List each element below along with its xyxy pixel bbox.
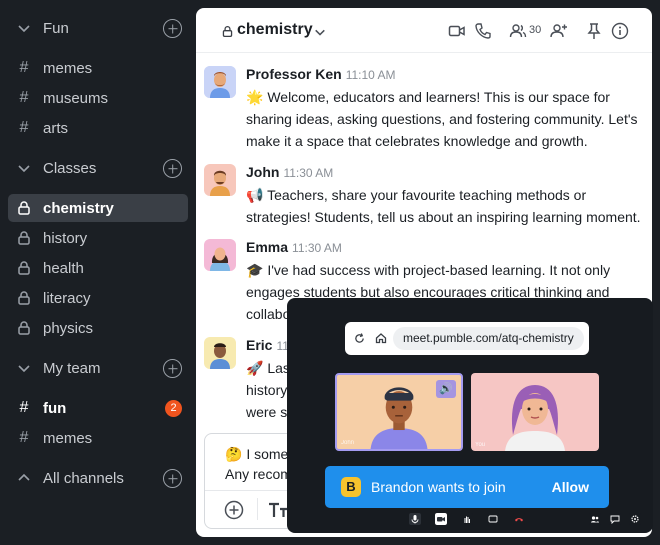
section-label: All channels [43, 470, 124, 487]
lock-icon [18, 201, 30, 215]
sidebar-item-label: museums [43, 90, 109, 107]
settings-icon[interactable] [629, 513, 641, 525]
sidebar-item-label: literacy [43, 290, 91, 307]
hash-icon: # [19, 59, 29, 76]
add-channel-icon[interactable] [163, 469, 182, 488]
message-author[interactable]: Emma 11:30 AM [246, 239, 342, 255]
message-author[interactable]: Eric 11 [246, 337, 289, 353]
composer-line: 🤔 I some [225, 446, 289, 462]
add-channel-icon[interactable] [163, 159, 182, 178]
sidebar-item-chemistry[interactable]: chemistry [8, 194, 188, 222]
participant-tile[interactable]: You [471, 373, 599, 451]
hash-icon: # [19, 89, 29, 106]
sidebar-item-label: physics [43, 320, 94, 337]
url-field[interactable]: meet.pumble.com/atq-chemistry [393, 327, 584, 350]
section-header-classes[interactable]: Classes [0, 153, 196, 183]
chevron-down-icon[interactable] [314, 26, 326, 38]
chevron-down-icon [18, 25, 30, 33]
sidebar-item-label: chemistry [43, 200, 114, 217]
participant-name: You [475, 442, 486, 448]
microphone-icon[interactable] [409, 513, 421, 525]
add-member-icon[interactable] [549, 22, 567, 40]
home-icon[interactable] [375, 332, 387, 344]
sidebar-item-literacy[interactable]: literacy [8, 284, 188, 312]
members-icon[interactable] [509, 22, 527, 40]
sidebar-item-physics[interactable]: physics [8, 314, 188, 342]
join-request-banner: B Brandon wants to join Allow [325, 466, 609, 508]
message-time: 11:30 AM [283, 166, 334, 180]
section-label: Fun [43, 20, 69, 37]
lock-icon [18, 321, 30, 335]
channel-title[interactable]: chemistry [237, 21, 313, 39]
video-call-window[interactable]: meet.pumble.com/atq-chemistry 🔊 John You… [287, 298, 653, 533]
sidebar-item-label: arts [43, 120, 69, 137]
chat-icon[interactable] [609, 513, 621, 525]
hash-icon: # [19, 429, 29, 446]
avatar: B [341, 477, 361, 497]
screen-share-icon[interactable] [487, 513, 499, 525]
message-body: 📢 Teachers, share your favourite teachin… [246, 187, 641, 225]
lock-icon [18, 231, 30, 245]
add-channel-icon[interactable] [163, 19, 182, 38]
message-author[interactable]: Professor Ken 11:10 AM [246, 66, 396, 82]
add-channel-icon[interactable] [163, 359, 182, 378]
composer-text[interactable]: 🤔 I some Any recom [225, 444, 292, 484]
sidebar-item-memes[interactable]: # memes [8, 54, 188, 82]
sidebar-item-arts[interactable]: # arts [8, 114, 188, 142]
join-request-text: Brandon wants to join [371, 479, 506, 495]
avatar[interactable] [204, 337, 236, 369]
info-icon[interactable] [611, 22, 629, 40]
hash-icon: # [19, 399, 29, 416]
phone-icon[interactable] [474, 22, 492, 40]
participant-tile[interactable]: 🔊 John [335, 373, 463, 451]
channel-header: chemistry 30 [196, 8, 652, 53]
unread-badge: 2 [165, 400, 182, 417]
sidebar-item-label: memes [43, 430, 93, 447]
avatar[interactable] [204, 66, 236, 98]
sidebar-item-fun[interactable]: # fun 2 [8, 394, 188, 422]
video-call-icon[interactable] [448, 22, 466, 40]
sidebar-item-label: fun [43, 400, 67, 417]
sidebar-item-label: health [43, 260, 84, 277]
add-attachment-icon[interactable] [224, 500, 244, 520]
lock-icon [18, 261, 30, 275]
camera-icon[interactable] [435, 513, 447, 525]
composer-line: Any recom [225, 466, 292, 482]
sidebar-item-label: memes [43, 60, 93, 77]
sidebar-item-label: history [43, 230, 88, 247]
end-call-icon[interactable] [513, 513, 525, 525]
avatar[interactable] [204, 239, 236, 271]
chevron-down-icon [18, 165, 30, 173]
participant-name: John [341, 440, 355, 446]
allow-button[interactable]: Allow [552, 479, 589, 495]
message-time: 11:30 AM [292, 241, 342, 255]
hash-icon: # [19, 119, 29, 136]
member-count[interactable]: 30 [529, 24, 541, 36]
sidebar-item-memes[interactable]: # memes [8, 424, 188, 452]
browser-address-bar[interactable]: meet.pumble.com/atq-chemistry [345, 322, 589, 355]
avatar[interactable] [204, 164, 236, 196]
lock-icon [18, 291, 30, 305]
message-time: 11:10 AM [345, 68, 396, 82]
participants-icon[interactable] [589, 513, 601, 525]
section-label: Classes [43, 160, 97, 177]
section-header-my-team[interactable]: My team [0, 353, 196, 383]
section-header-fun[interactable]: Fun [0, 13, 196, 43]
message-author[interactable]: John 11:30 AM [246, 164, 333, 180]
sidebar-item-health[interactable]: health [8, 254, 188, 282]
chevron-up-icon [18, 473, 30, 481]
toolbar-divider [257, 498, 258, 520]
chevron-down-icon [18, 365, 30, 373]
speaker-icon: 🔊 [436, 380, 456, 398]
raise-hand-icon[interactable] [461, 513, 473, 525]
sidebar-item-history[interactable]: history [8, 224, 188, 252]
sidebar-item-museums[interactable]: # museums [8, 84, 188, 112]
sidebar: Fun # memes # museums # arts Classes che… [0, 0, 196, 545]
pin-icon[interactable] [585, 22, 603, 40]
lock-icon [222, 25, 233, 38]
section-header-all-channels[interactable]: All channels [0, 463, 196, 493]
reload-icon[interactable] [354, 333, 365, 344]
section-label: My team [43, 360, 101, 377]
message-body: 🌟 Welcome, educators and learners! This … [246, 89, 638, 149]
